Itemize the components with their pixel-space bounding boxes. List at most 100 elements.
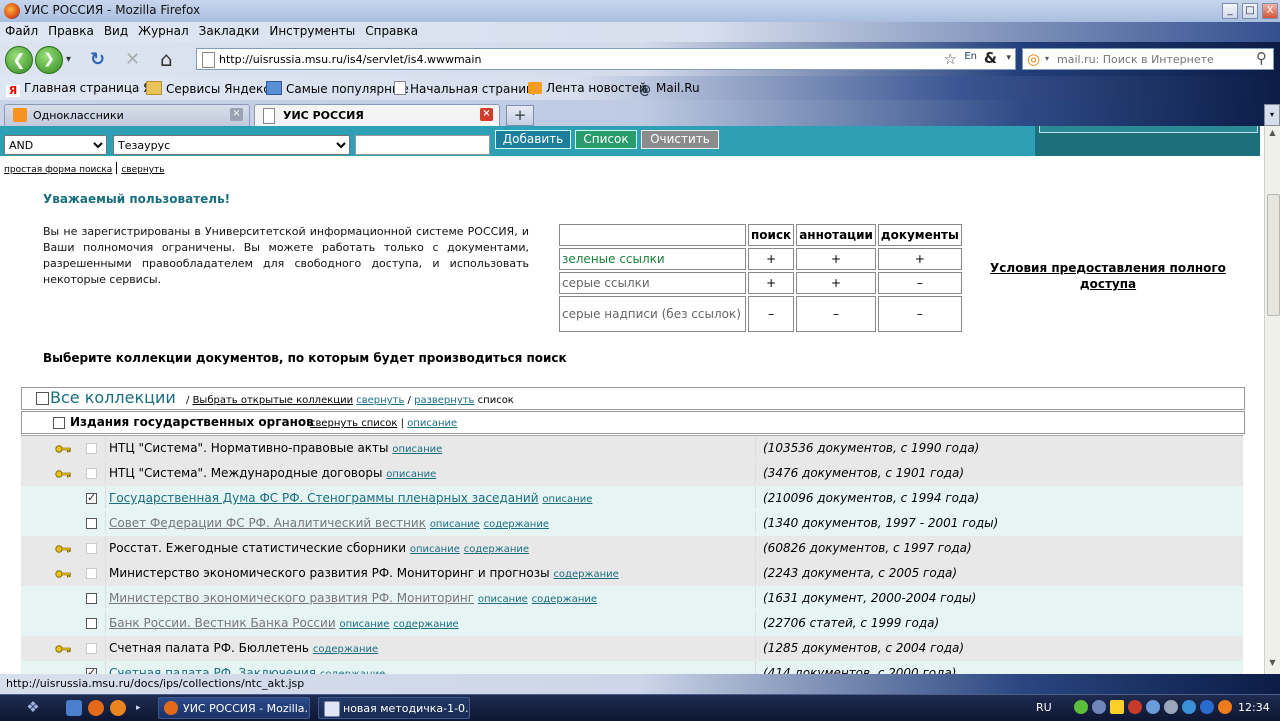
reload-button[interactable]: ↻: [90, 49, 105, 70]
address-bar[interactable]: ☆ En & ▾: [196, 48, 1016, 70]
collapse-list-link[interactable]: свернуть: [356, 395, 404, 406]
collection-checkbox[interactable]: [86, 491, 97, 504]
collapse-form-link[interactable]: свернуть: [121, 165, 164, 175]
taskbar-firefox-window[interactable]: УИС РОССИЯ - Mozilla...: [158, 697, 310, 719]
collection-checkbox[interactable]: [86, 518, 97, 529]
web-search-bar[interactable]: ◎ ▾ ⚲: [1022, 48, 1274, 70]
back-button[interactable]: ❮: [5, 46, 33, 74]
browser-quicklaunch-icon[interactable]: [110, 700, 126, 716]
url-dropdown-icon[interactable]: ▾: [1006, 53, 1011, 63]
list-button[interactable]: Список: [575, 130, 637, 149]
tray-icon[interactable]: [1128, 700, 1142, 714]
bluetooth-icon[interactable]: [1200, 700, 1214, 714]
bookmark-yandex-home[interactable]: Я Главная страница Я...: [6, 81, 163, 97]
all-collections-checkbox[interactable]: [36, 392, 49, 405]
firefox-quicklaunch-icon[interactable]: [88, 700, 104, 716]
collection-title[interactable]: Счетная палата РФ. Заключения: [109, 666, 316, 674]
stop-button[interactable]: ✕: [125, 49, 140, 70]
tray-icon[interactable]: [1182, 700, 1196, 714]
menu-tools[interactable]: Инструменты: [264, 22, 360, 38]
forward-button[interactable]: ❯: [35, 46, 63, 74]
collection-contents-link[interactable]: содержание: [393, 619, 458, 630]
url-input[interactable]: [219, 51, 919, 67]
menu-help[interactable]: Справка: [360, 22, 423, 38]
taskbar-document-window[interactable]: новая методичка-1-0...: [318, 697, 470, 719]
collection-title[interactable]: Совет Федерации ФС РФ. Аналитический вес…: [109, 516, 426, 530]
collection-contents-link[interactable]: содержание: [484, 519, 549, 530]
tab-uis-russia[interactable]: УИС РОССИЯ ×: [254, 104, 500, 126]
volume-icon[interactable]: [1164, 700, 1178, 714]
menu-file[interactable]: Файл: [0, 22, 43, 38]
network-icon[interactable]: [1146, 700, 1160, 714]
collection-title[interactable]: Министерство экономического развития РФ.…: [109, 591, 474, 605]
tray-icon[interactable]: [1074, 700, 1088, 714]
collection-description-link[interactable]: описание: [410, 544, 460, 555]
collection-checkbox[interactable]: [86, 568, 97, 579]
add-button[interactable]: Добавить: [495, 130, 571, 149]
quicklaunch-more-icon[interactable]: ▸: [136, 703, 144, 713]
tray-icon[interactable]: [1218, 700, 1232, 714]
search-field-select[interactable]: Тезаурус: [113, 135, 350, 155]
collection-title[interactable]: Банк России. Вестник Банка России: [109, 616, 336, 630]
collection-checkbox[interactable]: [86, 593, 97, 604]
scroll-down-icon[interactable]: ▼: [1267, 658, 1278, 672]
tab-odnoklassniki[interactable]: Одноклассники ×: [4, 104, 250, 126]
translate-icon[interactable]: En: [964, 51, 977, 62]
bookmark-news-feed[interactable]: Лента новостей: [528, 81, 647, 95]
bookmark-mailru[interactable]: @ Mail.Ru: [638, 81, 700, 96]
home-button[interactable]: ⌂: [160, 47, 173, 71]
tray-icon[interactable]: [1092, 700, 1106, 714]
vertical-scrollbar[interactable]: ▲ ▼: [1264, 126, 1280, 674]
collection-description-link[interactable]: описание: [392, 444, 442, 455]
bookmark-star-icon[interactable]: ☆: [944, 50, 957, 68]
collection-checkbox[interactable]: [86, 468, 97, 479]
collection-description-link[interactable]: описание: [542, 494, 592, 505]
tab-list-button[interactable]: ▾: [1264, 104, 1280, 126]
search-term-input[interactable]: [355, 135, 490, 155]
collection-contents-link[interactable]: содержание: [313, 644, 378, 655]
group-description-link[interactable]: описание: [407, 418, 457, 429]
full-access-terms-link[interactable]: Условия предоставления полного доступа: [990, 260, 1226, 292]
scroll-thumb[interactable]: [1267, 194, 1280, 316]
collection-checkbox[interactable]: [86, 543, 97, 554]
collection-contents-link[interactable]: содержание: [464, 544, 529, 555]
collection-title[interactable]: Государственная Дума ФС РФ. Стенограммы …: [109, 491, 539, 505]
clear-button[interactable]: Очистить: [641, 130, 719, 149]
collection-description-link[interactable]: описание: [430, 519, 480, 530]
menu-view[interactable]: Вид: [99, 22, 133, 38]
collection-checkbox[interactable]: [86, 618, 97, 629]
history-dropdown-icon[interactable]: ▾: [66, 54, 71, 65]
menu-edit[interactable]: Правка: [43, 22, 99, 38]
collection-checkbox[interactable]: [86, 443, 97, 454]
collection-description-link[interactable]: описание: [386, 469, 436, 480]
language-indicator[interactable]: RU: [1036, 701, 1052, 714]
simple-search-form-link[interactable]: простая форма поиска: [4, 165, 112, 175]
search-icon[interactable]: ⚲: [1256, 49, 1267, 67]
start-button[interactable]: ❖: [20, 698, 46, 718]
search-engine-dropdown-icon[interactable]: ▾: [1045, 54, 1049, 63]
maximize-button[interactable]: □: [1242, 3, 1258, 19]
search-engine-icon[interactable]: ◎: [1027, 50, 1040, 68]
collection-description-link[interactable]: описание: [478, 594, 528, 605]
show-desktop-icon[interactable]: [66, 700, 82, 716]
scroll-up-icon[interactable]: ▲: [1267, 128, 1278, 142]
operator-select[interactable]: AND: [4, 135, 107, 155]
close-tab-icon[interactable]: ×: [230, 108, 243, 121]
collection-contents-link[interactable]: содержание: [532, 594, 597, 605]
collection-checkbox[interactable]: [86, 643, 97, 654]
shield-icon[interactable]: [1110, 700, 1124, 714]
menu-bookmarks[interactable]: Закладки: [194, 22, 265, 38]
close-window-button[interactable]: X: [1262, 3, 1278, 19]
collection-description-link[interactable]: описание: [339, 619, 389, 630]
minimize-button[interactable]: _: [1222, 3, 1238, 19]
addon-icon[interactable]: &: [984, 49, 997, 67]
bookmark-most-popular[interactable]: Самые популярные: [266, 81, 409, 96]
collapse-group-link[interactable]: свернуть список: [310, 418, 397, 429]
expand-list-link[interactable]: развернуть: [414, 395, 474, 406]
bookmark-yandex-services[interactable]: Сервисы Яндекса: [146, 81, 277, 96]
menu-history[interactable]: Журнал: [133, 22, 194, 38]
bookmark-start-page[interactable]: Начальная страница: [394, 81, 542, 96]
web-search-input[interactable]: [1057, 51, 1247, 67]
collection-contents-link[interactable]: содержание: [553, 569, 618, 580]
gov-group-checkbox[interactable]: [53, 417, 65, 429]
